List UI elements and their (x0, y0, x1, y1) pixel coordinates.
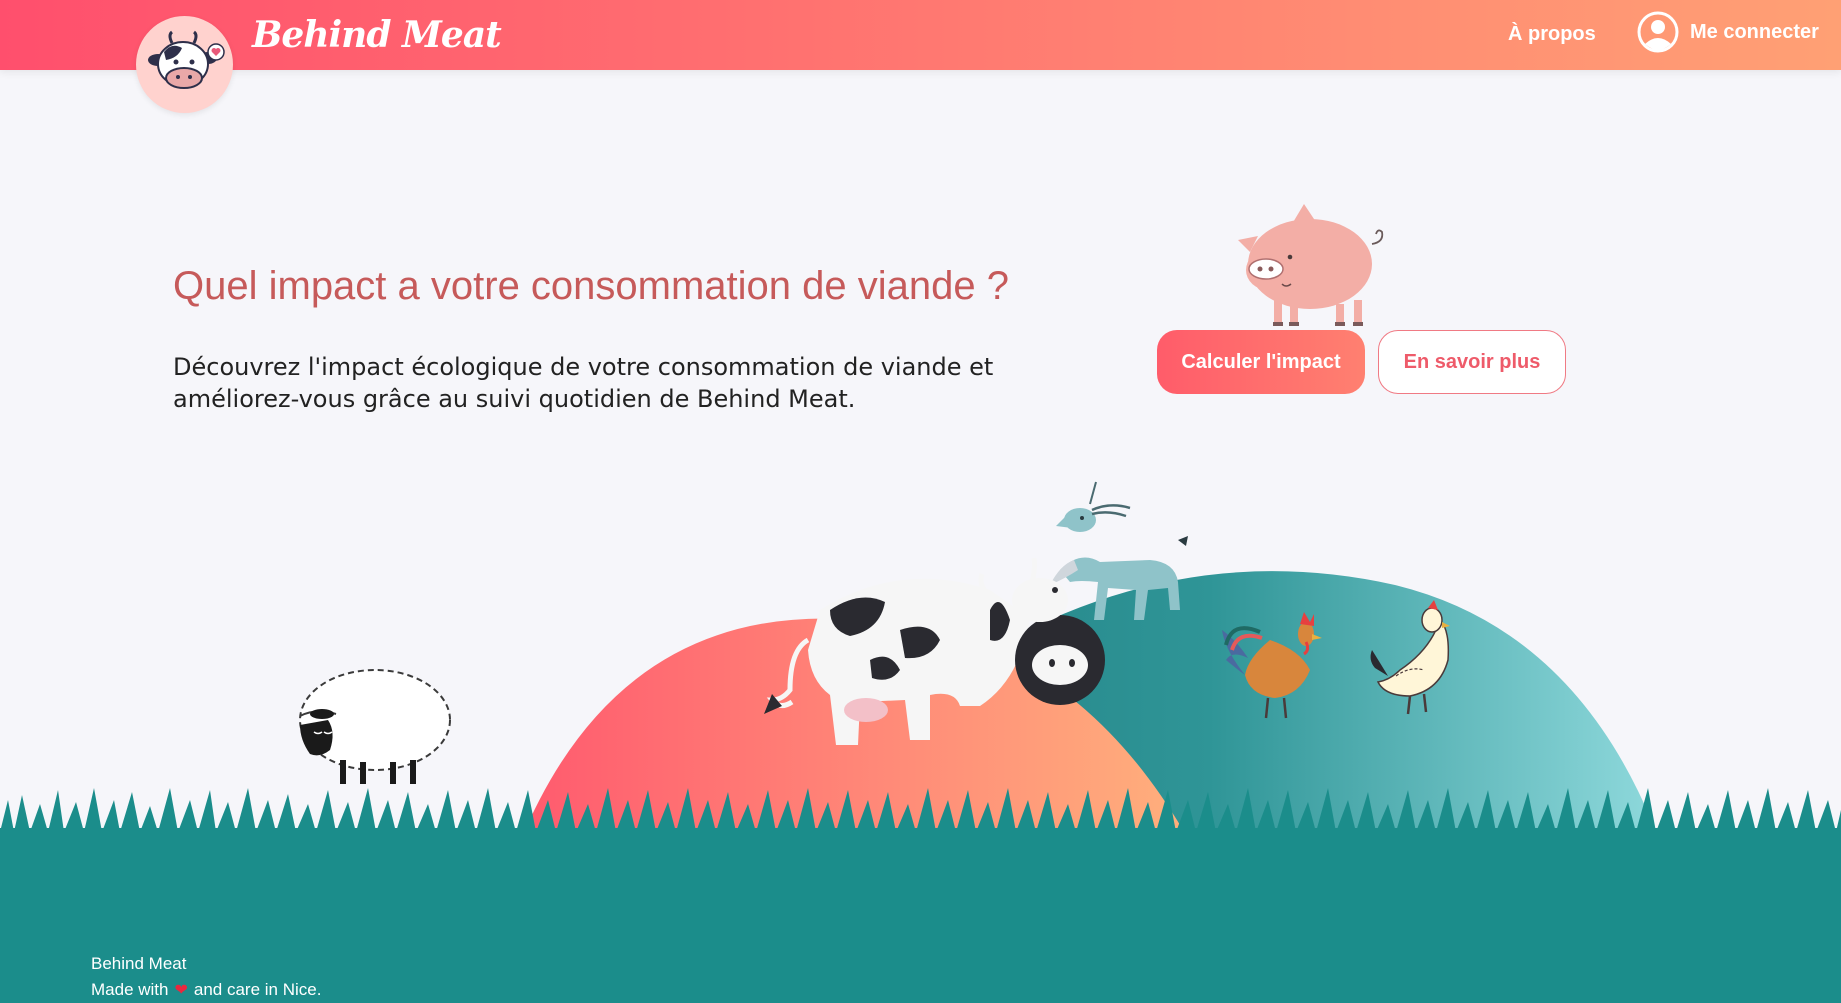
login-label: Me connecter (1690, 20, 1819, 43)
hero-description-line-2: améliorez-vous grâce au suivi quotidien … (173, 385, 856, 413)
heart-icon: ❤ (174, 982, 188, 999)
user-circle-icon (1637, 11, 1679, 53)
cow-face-icon (148, 30, 225, 89)
footer (0, 828, 1841, 1003)
hero-title: Quel impact a votre consommation de vian… (173, 264, 1009, 308)
pig-icon (1238, 204, 1384, 326)
footer-brand: Behind Meat (91, 954, 187, 973)
farm-illustration (0, 481, 1841, 840)
learn-more-button[interactable]: En savoir plus (1378, 330, 1566, 394)
logo[interactable] (136, 16, 233, 113)
footer-made-suffix: and care in Nice. (193, 980, 322, 999)
sheep-icon (299, 669, 451, 784)
footer-made-prefix: Made with (91, 980, 169, 999)
hero-description-line-1: Découvrez l'impact écologique de votre c… (173, 353, 994, 381)
calculate-impact-button[interactable]: Calculer l'impact (1157, 330, 1365, 394)
footer-credit: Made with ❤ and care in Nice. (91, 980, 321, 1000)
brand-name[interactable]: Behind Meat (252, 14, 502, 56)
page: Behind Meat À propos Me connecter Quel i… (0, 0, 1841, 1003)
hero-description: Découvrez l'impact écologique de votre c… (173, 351, 1033, 415)
nav-link-about[interactable]: À propos (1508, 23, 1596, 46)
login-button[interactable]: Me connecter (1636, 10, 1819, 54)
